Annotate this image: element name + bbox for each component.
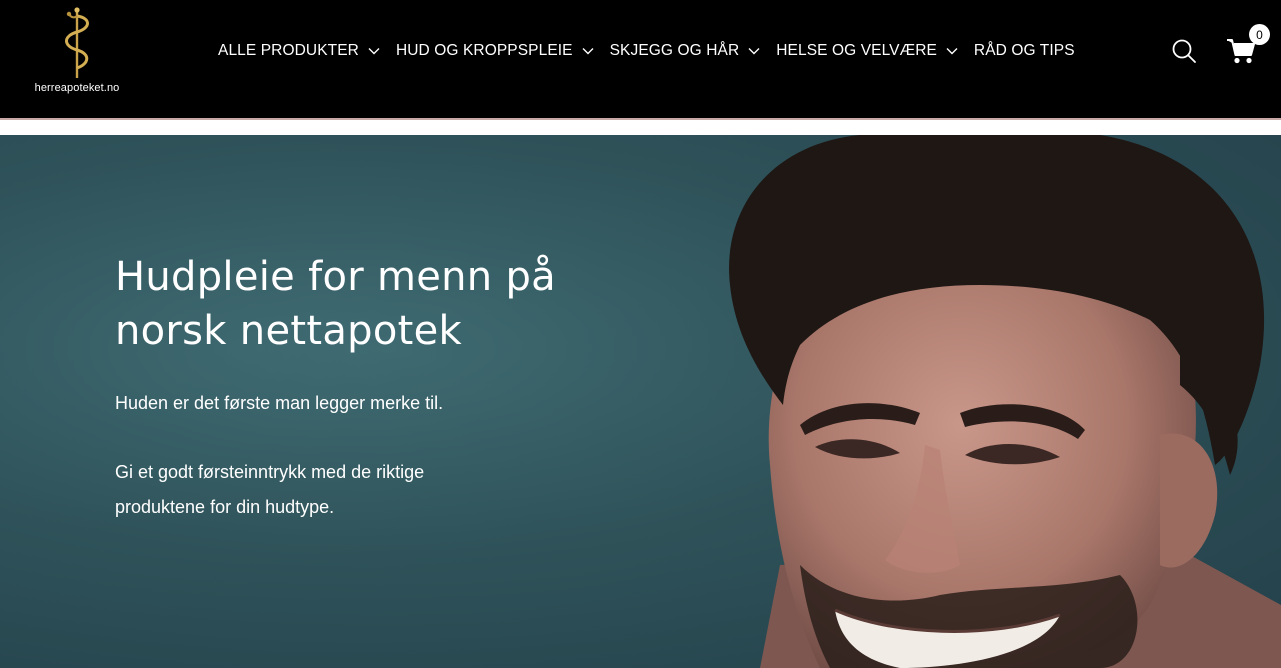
chevron-down-icon <box>946 47 958 55</box>
nav-item-label: SKJEGG OG HÅR <box>609 42 740 59</box>
hero-intro-text: Huden er det første man legger merke til… <box>115 393 444 413</box>
nav-item-hud-og-kroppspleie[interactable]: HUD OG KROPPSPLEIE <box>396 42 610 60</box>
nav-item-label: HELSE OG VELVÆRE <box>776 42 937 59</box>
chevron-down-icon <box>748 47 760 55</box>
site-logo[interactable]: herreapoteket.no <box>22 6 132 98</box>
hero-banner: Hudpleie for menn på norsk nettapotek Hu… <box>0 135 1281 668</box>
main-navigation: ALLE PRODUKTER HUD OG KROPPSPLEIE SKJEGG… <box>218 40 1075 62</box>
logo-text: herreapoteket.no <box>34 82 120 94</box>
nav-item-label: HUD OG KROPPSPLEIE <box>395 42 573 59</box>
hero-body-text: Gi et godt førsteinntrykk med de riktige… <box>115 462 425 517</box>
nav-item-alle-produkter[interactable]: ALLE PRODUKTER <box>218 42 396 60</box>
nav-item-label: ALLE PRODUKTER <box>218 42 359 59</box>
nav-item-rad-og-tips[interactable]: RÅD OG TIPS <box>974 42 1075 60</box>
nav-item-helse-og-velvaere[interactable]: HELSE OG VELVÆRE <box>776 42 974 60</box>
nav-item-label: RÅD OG TIPS <box>973 42 1075 59</box>
header-spacer <box>0 120 1281 135</box>
cart-count-badge: 0 <box>1249 24 1270 45</box>
caduceus-icon <box>65 7 89 78</box>
chevron-down-icon <box>368 47 380 55</box>
chevron-down-icon <box>582 47 594 55</box>
search-icon[interactable] <box>1171 38 1197 64</box>
site-header: herreapoteket.no ALLE PRODUKTER HUD OG K… <box>0 0 1281 118</box>
hero-title: Hudpleie for menn på norsk nettapotek <box>115 254 556 354</box>
nav-item-skjegg-og-har[interactable]: SKJEGG OG HÅR <box>610 42 777 60</box>
